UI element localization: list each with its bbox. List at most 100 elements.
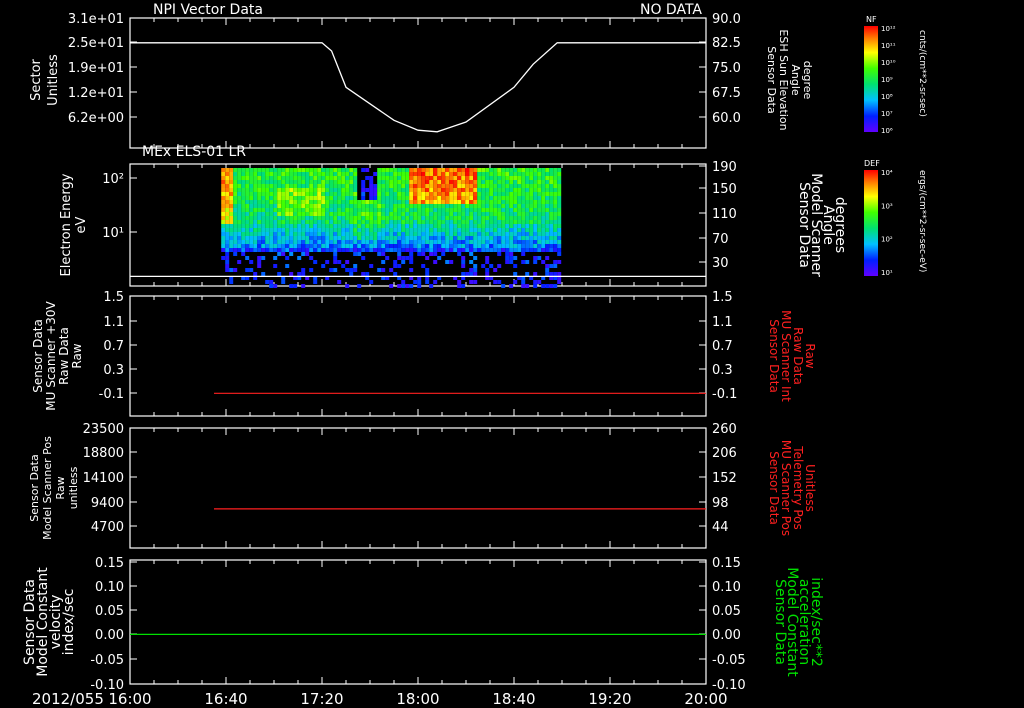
spectrogram-cell [285,208,290,212]
spectrogram-cell [461,236,466,240]
spectrogram-cell [501,248,506,252]
spectrogram-cell [393,232,398,236]
spectrogram-cell [353,200,358,204]
spectrogram-cell [417,280,422,284]
spectrogram-cell [345,180,350,184]
spectrogram-cell [265,224,270,228]
spectrogram-cell [317,168,322,172]
axis-label-line: Sensor Data [767,319,781,393]
spectrogram-cell [465,240,470,244]
spectrogram-cell [241,184,246,188]
axis-label-line: MU Scanner +30V [44,301,58,411]
spectrogram-cell [277,252,282,256]
spectrogram-cell [469,248,474,252]
panel-sun-elevation: NPI Vector Data NO DATA 3.1e+012.5e+011.… [29,2,814,133]
spectrogram-cell [409,188,414,192]
spectrogram-cell [333,200,338,204]
spectrogram-cell [513,180,518,184]
spectrogram-cell [485,216,490,220]
spectrogram-cell [465,180,470,184]
spectrogram-cell [253,200,258,204]
spectrogram-cell [289,172,294,176]
spectrogram-cell [449,196,454,200]
spectrogram-cell [325,244,330,248]
spectrogram-cell [469,240,474,244]
spectrogram-cell [445,168,450,172]
spectrogram-cell [533,224,538,228]
spectrogram-cell [537,228,542,232]
spectrogram-cell [305,188,310,192]
spectrogram-cell [405,240,410,244]
spectrogram-cell [369,216,374,220]
spectrogram-cell [269,168,274,172]
y-tick-label: 1.1 [712,315,733,330]
spectrogram-cell [477,204,482,208]
spectrogram-cell [441,200,446,204]
spectrogram-cell [421,216,426,220]
spectrogram-cell [237,244,242,248]
spectrogram-cell [269,244,274,248]
y-tick-label: 2.5e+01 [68,36,124,51]
spectrogram-cell [529,240,534,244]
spectrogram-cell [253,224,258,228]
spectrogram-cell [349,268,354,272]
panel-2-title: MEx ELS-01 LR [142,144,246,160]
spectrogram-cell [341,220,346,224]
spectrogram-cell [313,260,318,264]
spectrogram-cell [433,260,438,264]
spectrogram-cell [313,168,318,172]
spectrogram-cell [325,168,330,172]
spectrogram-cell [249,268,254,272]
spectrogram-cell [329,204,334,208]
spectrogram-cell [249,196,254,200]
spectrogram-cell [285,212,290,216]
spectrogram-cell [505,236,510,240]
spectrogram-cell [393,236,398,240]
spectrogram-cell [385,244,390,248]
spectrogram-cell [393,240,398,244]
spectrogram-cell [489,176,494,180]
spectrogram-cell [397,244,402,248]
spectrogram-cell [465,220,470,224]
spectrogram-cell [273,172,278,176]
spectrogram-cell [381,252,386,256]
spectrogram-cell [529,168,534,172]
spectrogram-cell [237,192,242,196]
spectrogram-cell [521,168,526,172]
spectrogram-cell [477,172,482,176]
spectrogram-cell [541,200,546,204]
spectrogram-cell [549,216,554,220]
spectrogram-cell [521,176,526,180]
spectrogram-cell [333,208,338,212]
spectrogram-cell [549,248,554,252]
panel-5-left-label: Sensor DataModel Constantvelocityindex/s… [22,567,77,677]
spectrogram-cell [509,172,514,176]
spectrogram-cell [345,176,350,180]
spectrogram-cell [249,220,254,224]
spectrogram-cell [413,180,418,184]
spectrogram-cell [369,208,374,212]
spectrogram-cell [397,232,402,236]
spectrogram-cell [229,224,234,228]
y-tick-label: 10¹ [102,226,124,241]
spectrogram-cell [329,192,334,196]
spectrogram-cell [401,212,406,216]
spectrogram-cell [365,232,370,236]
spectrogram-cell [225,224,230,228]
spectrogram-cell [269,216,274,220]
spectrogram-cell [385,216,390,220]
spectrogram-cell [289,200,294,204]
spectrogram-cell [441,196,446,200]
spectrogram-cell [477,232,482,236]
spectrogram-cell [237,224,242,228]
spectrogram-cell [321,196,326,200]
spectrogram-cell [257,180,262,184]
spectrogram-cell [233,196,238,200]
spectrogram-cell [233,208,238,212]
spectrogram-cell [481,208,486,212]
spectrogram-cell [229,184,234,188]
spectrogram-cell [261,228,266,232]
spectrogram-cell [321,232,326,236]
spectrogram-cell [553,200,558,204]
spectrogram-cell [401,188,406,192]
